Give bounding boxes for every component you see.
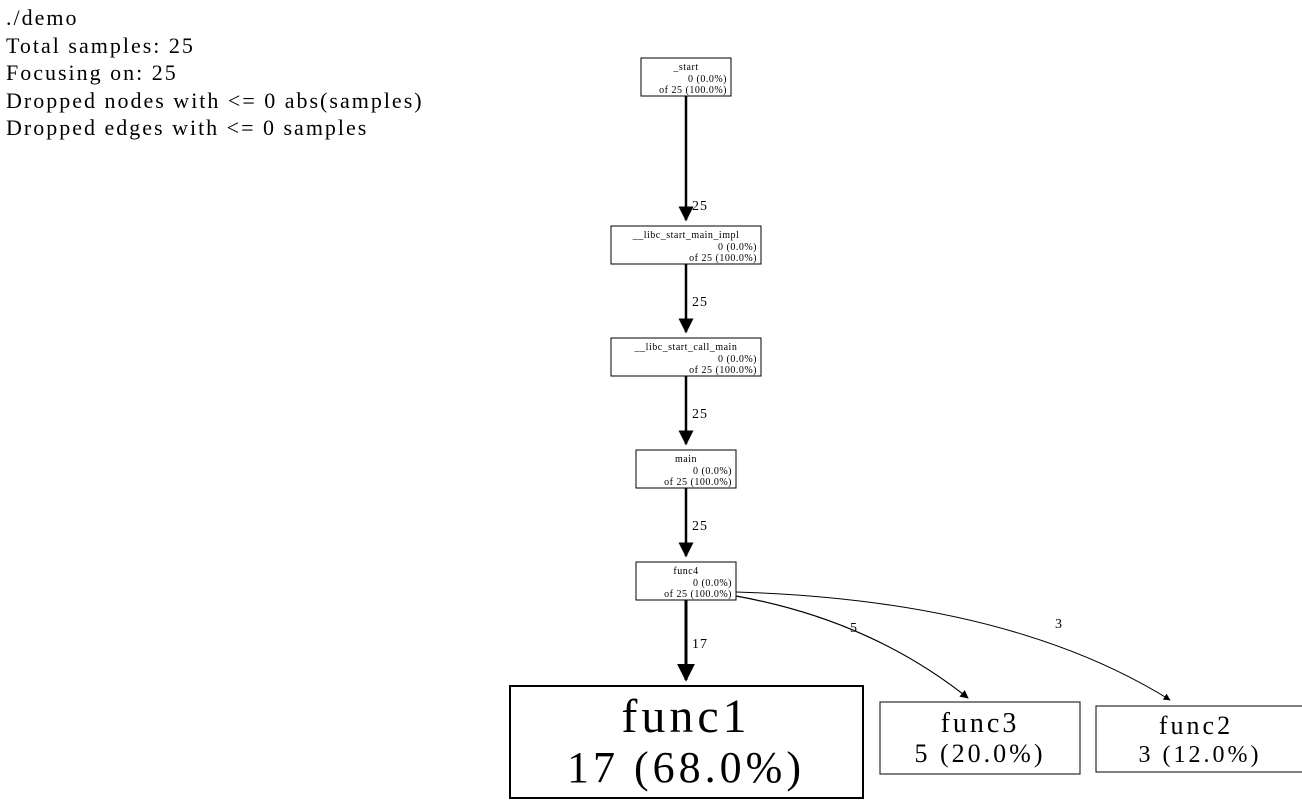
node-main-self: 0 (0.0%) xyxy=(693,466,732,477)
edge-label-6: 5 xyxy=(850,621,858,636)
node-func1-stat: 17 (68.0%) xyxy=(567,743,805,792)
node-func3-stat: 5 (20.0%) xyxy=(915,739,1046,768)
node-func2: func2 3 (12.0%) xyxy=(1096,706,1302,772)
node-libc1-cum: of 25 (100.0%) xyxy=(689,253,757,264)
node-libc1-name: __libc_start_main_impl xyxy=(632,230,740,241)
node-libc2-name: __libc_start_call_main xyxy=(634,342,738,353)
node-func4-cum: of 25 (100.0%) xyxy=(664,589,732,600)
node-func1-name: func1 xyxy=(621,690,750,743)
node-func4: func4 0 (0.0%) of 25 (100.0%) xyxy=(636,562,736,600)
node-libc1-self: 0 (0.0%) xyxy=(718,242,757,253)
node-start-self: 0 (0.0%) xyxy=(688,74,727,85)
edge-label-5: 17 xyxy=(692,637,708,652)
node-main-name: main xyxy=(675,454,697,465)
edge-label-3: 25 xyxy=(692,407,708,422)
node-func4-self: 0 (0.0%) xyxy=(693,578,732,589)
node-start: _start 0 (0.0%) of 25 (100.0%) xyxy=(641,58,731,96)
node-libc-start-main-impl: __libc_start_main_impl 0 (0.0%) of 25 (1… xyxy=(611,226,761,264)
node-main: main 0 (0.0%) of 25 (100.0%) xyxy=(636,450,736,488)
node-func3: func3 5 (20.0%) xyxy=(880,702,1080,774)
node-libc2-self: 0 (0.0%) xyxy=(718,354,757,365)
node-main-cum: of 25 (100.0%) xyxy=(664,477,732,488)
edge-label-1: 25 xyxy=(692,199,708,214)
node-func2-name: func2 xyxy=(1159,711,1233,740)
node-start-name: _start xyxy=(672,62,698,73)
node-func2-stat: 3 (12.0%) xyxy=(1139,742,1262,768)
edge-label-2: 25 xyxy=(692,295,708,310)
edge-label-4: 25 xyxy=(692,519,708,534)
edge-func4-func3 xyxy=(736,596,968,698)
node-func3-name: func3 xyxy=(941,708,1020,739)
edge-label-7: 3 xyxy=(1055,617,1063,632)
call-graph: _start 0 (0.0%) of 25 (100.0%) 25 __libc… xyxy=(0,0,1302,808)
node-start-cum: of 25 (100.0%) xyxy=(659,85,727,96)
edge-func4-func2 xyxy=(736,592,1170,700)
node-libc2-cum: of 25 (100.0%) xyxy=(689,365,757,376)
node-func1: func1 17 (68.0%) xyxy=(510,686,863,798)
node-libc-start-call-main: __libc_start_call_main 0 (0.0%) of 25 (1… xyxy=(611,338,761,376)
node-func4-name: func4 xyxy=(673,566,698,577)
